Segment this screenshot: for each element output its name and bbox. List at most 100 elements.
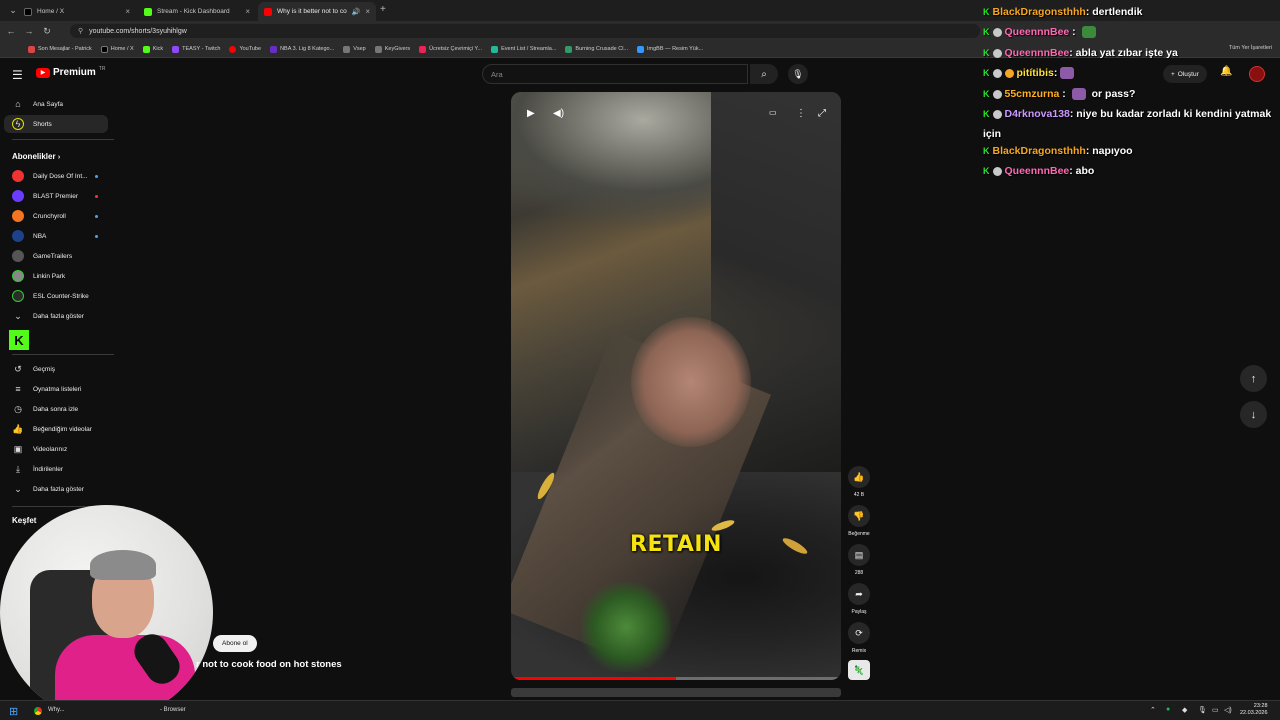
spotify-icon[interactable]: ● xyxy=(1166,706,1170,713)
user-badge-icon xyxy=(992,109,1002,119)
search-button[interactable]: ⌕ xyxy=(750,64,778,84)
new-tab-icon[interactable]: + xyxy=(380,4,386,15)
show-more-subscriptions[interactable]: ⌄ Daha fazla göster xyxy=(4,307,108,325)
bookmark-item[interactable]: Son Mesajlar - Patrick xyxy=(28,45,92,53)
bookmark-label: NBA 3. Lig 8 Katego... xyxy=(280,46,335,52)
windows-start-icon[interactable]: ⊞ xyxy=(9,705,18,718)
search-input[interactable]: Ara xyxy=(482,64,748,84)
share-button[interactable]: ➦ Paylaş xyxy=(846,583,872,615)
show-more-label: Daha fazla göster xyxy=(33,485,84,493)
tab-kick-dashboard[interactable]: Stream - Kick Dashboard × xyxy=(138,2,256,21)
sidebar-item-liked[interactable]: 👍 Beğendiğim videolar xyxy=(4,420,108,438)
taskbar-app-label[interactable]: Why... xyxy=(48,707,65,713)
close-tab-icon[interactable]: × xyxy=(245,7,250,16)
sidebar-channel[interactable]: GameTrailers xyxy=(4,247,108,265)
sidebar-item-shorts[interactable]: ϟ Shorts xyxy=(4,115,108,133)
sidebar-channel[interactable]: NBA xyxy=(4,227,108,245)
arrow-down-icon: ↓ xyxy=(1250,408,1257,421)
previous-short-button[interactable]: ↑ xyxy=(1240,365,1267,392)
clock-date: 22.03.2026 xyxy=(1240,710,1268,716)
tab-home-x[interactable]: Home / X × xyxy=(18,2,136,21)
divider xyxy=(12,354,114,355)
bookmark-label: Son Mesajlar - Patrick xyxy=(38,46,92,52)
play-icon[interactable]: ▶ xyxy=(527,108,535,119)
bookmark-item[interactable]: Home / X xyxy=(100,45,134,53)
sidebar-item-watch-later[interactable]: ◷ Daha sonra izle xyxy=(4,400,108,418)
sidebar-channel[interactable]: ESL Counter-Strike xyxy=(4,287,108,305)
youtube-logo[interactable]: ▶ Premium TR xyxy=(36,66,105,78)
bookmark-item[interactable]: Kick xyxy=(142,45,163,53)
url-text: youtube.com/shorts/3syuhihlgw xyxy=(89,27,187,35)
volume-tray-icon[interactable]: ◁) xyxy=(1224,706,1232,714)
reload-icon[interactable]: ↻ xyxy=(40,24,54,38)
site-info-icon[interactable]: ⚲ xyxy=(78,27,83,35)
tab-youtube-short[interactable]: Why is it better not to cook 🔊 × xyxy=(258,2,376,21)
sound-thumbnail[interactable]: 🦎 xyxy=(848,660,870,680)
kick-badge-icon: K xyxy=(983,7,990,17)
bookmark-item[interactable]: YouTube xyxy=(229,45,261,53)
bookmark-item[interactable]: Vsep xyxy=(343,45,366,53)
sidebar-item-downloads[interactable]: ⤓ İndirilenler xyxy=(4,460,108,478)
sidebar-channel[interactable]: Daily Dose Of Int... xyxy=(4,167,108,185)
system-clock[interactable]: 23:28 22.03.2026 xyxy=(1240,703,1268,717)
thumbs-down-icon: 👎 xyxy=(848,505,870,527)
user-badge-icon xyxy=(992,48,1002,58)
bookmark-label: Vsep xyxy=(353,46,366,52)
voice-search-button[interactable]: 🎙 xyxy=(788,64,808,84)
bookmark-item[interactable]: Ücretsiz Çevrimiçi Y... xyxy=(419,45,482,53)
fullscreen-icon[interactable]: ⤢ xyxy=(818,108,826,119)
next-short-button[interactable]: ↓ xyxy=(1240,401,1267,428)
tray-app-icon[interactable]: ◆ xyxy=(1182,706,1187,714)
dislike-button[interactable]: 👎 Beğenme xyxy=(846,505,872,537)
kick-badge-icon: K xyxy=(983,146,990,156)
bookmark-item[interactable]: Event List / Streamla... xyxy=(491,45,557,53)
bookmark-item[interactable]: NBA 3. Lig 8 Katego... xyxy=(270,45,335,53)
short-title[interactable]: r not to cook food on hot stones xyxy=(196,659,342,670)
subscriptions-title[interactable]: Abonelikler › xyxy=(12,152,60,161)
chrome-icon[interactable] xyxy=(32,705,44,717)
sidebar-item-your-videos[interactable]: ▣ Videolarınız xyxy=(4,440,108,458)
sidebar-item-home[interactable]: ⌂ Ana Sayfa xyxy=(4,95,108,113)
bookmark-icon xyxy=(172,45,180,53)
back-icon[interactable]: ← xyxy=(4,24,18,38)
tray-chevron-icon[interactable]: ⌃ xyxy=(1150,706,1156,714)
bookmark-item[interactable]: Burning Crusade Cl... xyxy=(565,45,628,53)
bookmark-item[interactable]: ImgBB — Resim Yük... xyxy=(637,45,703,53)
close-tab-icon[interactable]: × xyxy=(365,7,370,16)
channel-name: Daily Dose Of Int... xyxy=(33,172,88,180)
volume-icon[interactable]: ◀) xyxy=(553,108,564,119)
shorts-video-player[interactable]: ▶ ◀) ▭ ⋮ ⤢ RETAIN xyxy=(511,92,841,680)
sidebar-item-label: Beğendiğim videolar xyxy=(33,425,92,433)
user-badge-icon xyxy=(992,27,1002,37)
show-more-library[interactable]: ⌄ Daha fazla göster xyxy=(4,480,108,498)
speaker-icon[interactable]: 🔊 xyxy=(352,8,361,16)
more-options-icon[interactable]: ⋮ xyxy=(796,108,806,119)
sidebar-item-playlists[interactable]: ≡ Oynatma listeleri xyxy=(4,380,108,398)
close-tab-icon[interactable]: × xyxy=(125,7,130,16)
bookmark-label: Event List / Streamla... xyxy=(501,46,557,52)
remix-button[interactable]: ⟳ Remix xyxy=(846,622,872,654)
sidebar-channel[interactable]: BLAST Premier xyxy=(4,187,108,205)
chat-username: BlackDragonsthhh xyxy=(992,145,1086,157)
forward-icon[interactable]: → xyxy=(22,24,36,38)
webcam-person-hair xyxy=(90,550,156,580)
like-button[interactable]: 👍 42 B xyxy=(846,466,872,498)
emote-icon xyxy=(1060,67,1075,80)
subscribe-button[interactable]: Abone ol xyxy=(213,635,257,652)
sidebar-item-history[interactable]: ↺ Geçmiş xyxy=(4,360,108,378)
comments-button[interactable]: ▤ 288 xyxy=(846,544,872,576)
bookmark-item[interactable]: KeyGivers xyxy=(374,45,410,53)
sidebar-channel[interactable]: Linkin Park xyxy=(4,267,108,285)
menu-icon[interactable]: ☰ xyxy=(12,68,23,82)
show-more-label: Daha fazla göster xyxy=(33,312,84,320)
captions-icon[interactable]: ▭ xyxy=(769,108,777,117)
network-icon[interactable]: ▭ xyxy=(1212,706,1219,714)
video-progress-bar[interactable] xyxy=(511,677,841,680)
mic-tray-icon[interactable]: 🎙 xyxy=(1198,706,1207,714)
bookmark-item[interactable]: TEASY - Twitch xyxy=(172,45,220,53)
live-dot xyxy=(95,194,98,198)
url-field[interactable]: ⚲ youtube.com/shorts/3syuhihlgw xyxy=(70,24,980,38)
channel-name: Crunchyroll xyxy=(33,212,66,220)
taskbar-app-label[interactable]: - Browser xyxy=(160,707,186,713)
sidebar-channel[interactable]: Crunchyroll xyxy=(4,207,108,225)
